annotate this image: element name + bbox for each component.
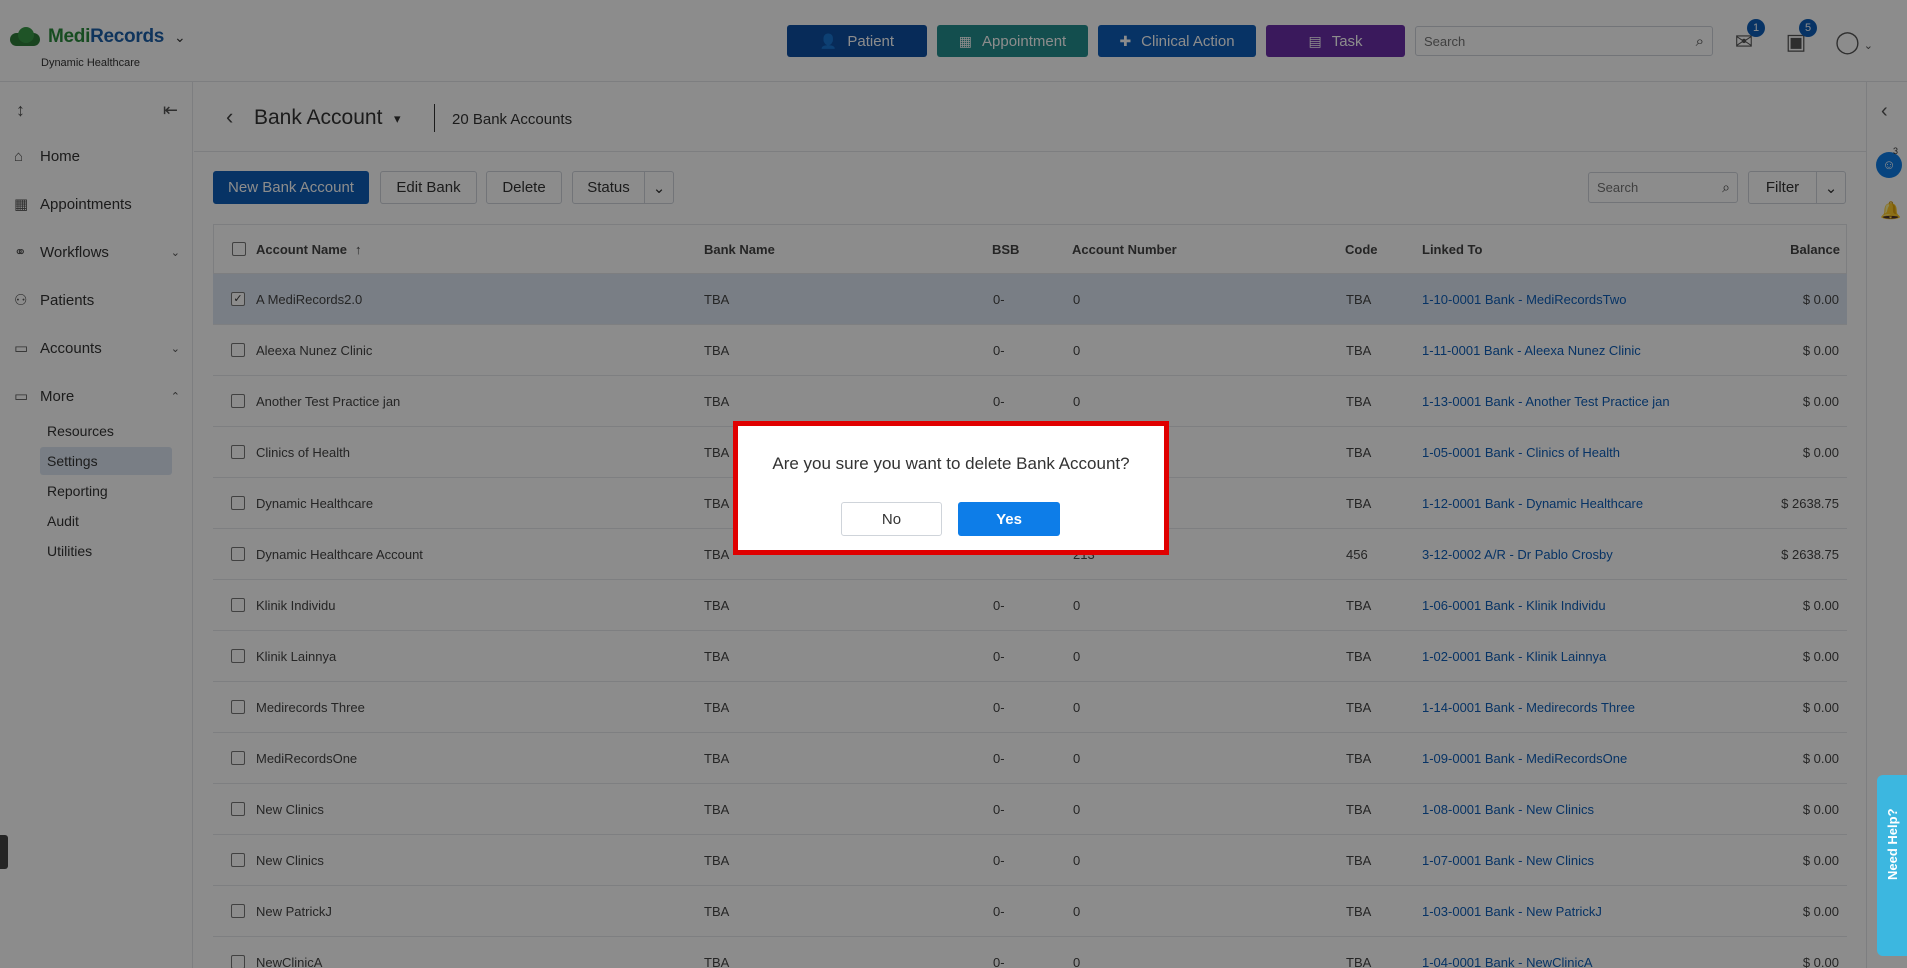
no-button[interactable]: No bbox=[841, 502, 942, 536]
need-help-tab[interactable]: Need Help? bbox=[1877, 775, 1907, 956]
confirm-delete-dialog: Are you sure you want to delete Bank Acc… bbox=[733, 421, 1169, 555]
yes-button[interactable]: Yes bbox=[958, 502, 1060, 536]
dialog-message: Are you sure you want to delete Bank Acc… bbox=[772, 454, 1130, 473]
